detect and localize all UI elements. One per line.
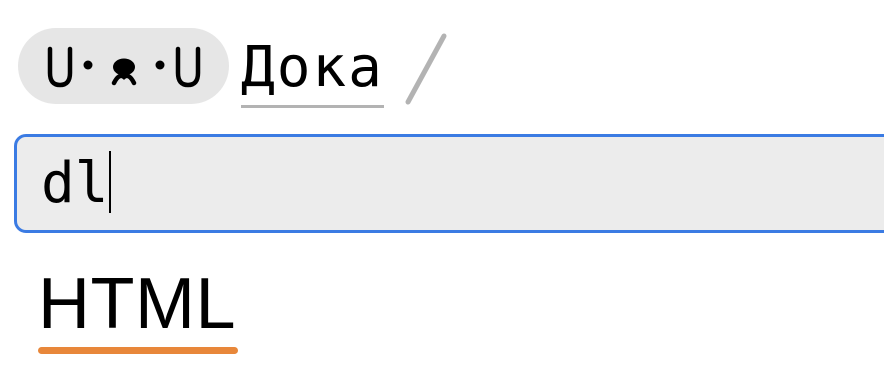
dog-face-logo-icon (47, 46, 200, 88)
section-link-doka[interactable]: Дока (241, 28, 384, 108)
search-field[interactable]: dl (14, 134, 884, 233)
text-caret (109, 150, 112, 213)
section-link-label: Дока (241, 35, 384, 100)
search-results: HTML (38, 264, 238, 354)
result-label: HTML (38, 264, 236, 344)
result-item-html[interactable]: HTML (38, 264, 238, 354)
logo-home-link[interactable] (18, 28, 229, 104)
site-header: Дока (18, 28, 452, 108)
search-input-value[interactable]: dl (41, 151, 108, 216)
result-accent-underline (38, 347, 238, 354)
page-clip: Дока dl HTML (0, 0, 884, 386)
page: Дока dl HTML (0, 0, 884, 386)
breadcrumb-slash-icon (405, 33, 447, 105)
